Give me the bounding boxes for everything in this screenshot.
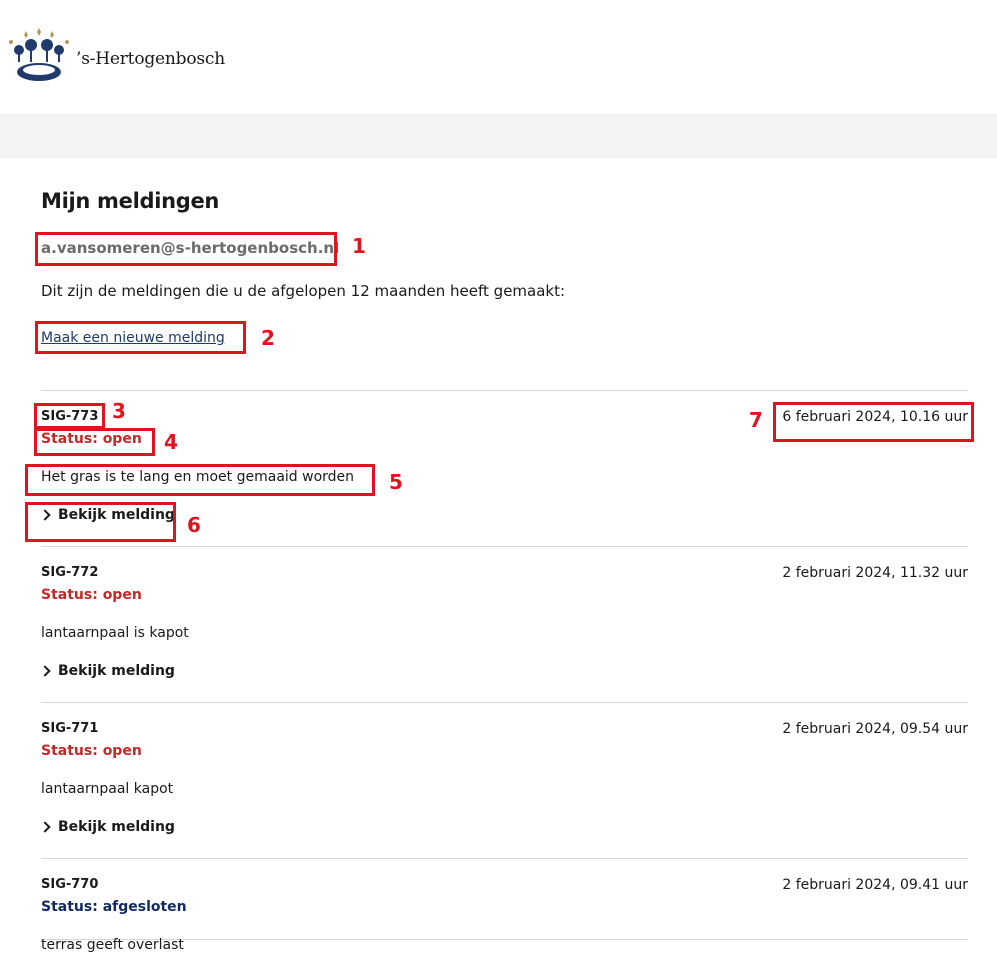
annotation-box-description — [25, 464, 375, 496]
report-description: terras geeft overlast — [41, 937, 184, 953]
view-report-label: Bekijk melding — [58, 819, 175, 835]
annotation-number: 1 — [352, 234, 366, 258]
report-id: SIG-772 — [41, 565, 99, 580]
report-description: lantaarnpaal is kapot — [41, 625, 189, 641]
annotation-number: 3 — [112, 399, 126, 423]
report-date: 2 februari 2024, 11.32 uur — [782, 565, 968, 581]
status-label: Status: afgesloten — [41, 899, 187, 915]
report-description: lantaarnpaal kapot — [41, 781, 174, 797]
status-label: Status: open — [41, 743, 142, 759]
view-report-button[interactable]: Bekijk melding — [39, 819, 175, 835]
report-id: SIG-770 — [41, 877, 99, 892]
report-date: 2 februari 2024, 09.54 uur — [782, 721, 968, 737]
report-id: SIG-771 — [41, 721, 99, 736]
site-header: ’s-Hertogenbosch — [0, 0, 997, 114]
page-title: Mijn meldingen — [41, 189, 220, 213]
grey-banner — [0, 114, 997, 158]
annotation-box-status — [34, 428, 155, 456]
annotation-number: 5 — [389, 470, 403, 494]
chevron-right-icon — [39, 665, 51, 677]
view-report-button[interactable]: Bekijk melding — [39, 663, 175, 679]
annotation-box-email — [35, 232, 337, 266]
annotation-number: 2 — [261, 326, 275, 350]
annotation-number: 4 — [164, 430, 178, 454]
annotation-box-report-id — [34, 403, 105, 429]
list-item: SIG-770 2 februari 2024, 09.41 uur Statu… — [41, 858, 968, 953]
status-label: Status: open — [41, 587, 142, 603]
view-report-label: Bekijk melding — [58, 663, 175, 679]
annotation-number: 7 — [749, 408, 763, 432]
annotation-number: 6 — [187, 513, 201, 537]
annotation-box-view-button — [25, 502, 176, 542]
intro-text: Dit zijn de meldingen die u de afgelopen… — [41, 282, 566, 300]
list-item: SIG-772 2 februari 2024, 11.32 uur Statu… — [39, 546, 968, 702]
annotation-box-new-link — [35, 321, 246, 354]
chevron-right-icon — [39, 821, 51, 833]
annotation-box-date — [773, 402, 974, 442]
brand-name: ’s-Hertogenbosch — [76, 49, 225, 69]
report-date: 2 februari 2024, 09.41 uur — [782, 877, 968, 893]
list-item: SIG-771 2 februari 2024, 09.54 uur Statu… — [39, 702, 968, 858]
crown-logo-icon[interactable] — [6, 28, 72, 84]
